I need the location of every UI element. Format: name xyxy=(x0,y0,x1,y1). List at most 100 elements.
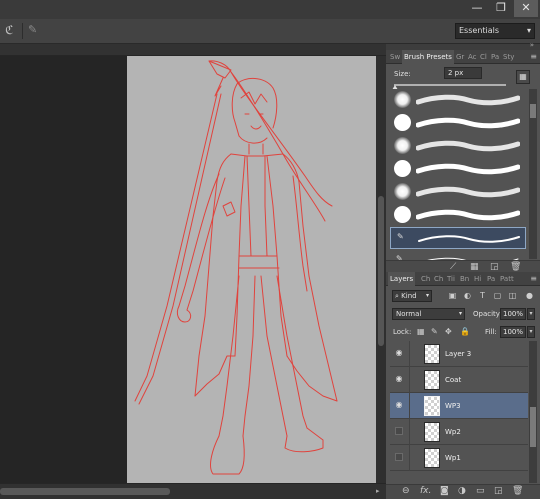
tab-styles[interactable]: Sty xyxy=(501,50,516,64)
layer-row[interactable]: Wp1 xyxy=(390,445,528,471)
layer-style-button[interactable]: fx. xyxy=(420,486,431,496)
canvas-horizontal-scrollbar[interactable]: ▸ xyxy=(0,483,386,499)
trash-icon[interactable]: 🗑 xyxy=(512,486,523,496)
smart-object-filter-icon[interactable]: ◫ xyxy=(507,290,518,301)
brush-tip-icon xyxy=(394,206,411,223)
layer-row[interactable]: ◉ WP3 xyxy=(390,393,528,419)
layer-name[interactable]: Wp2 xyxy=(445,428,461,436)
collapse-arrows-icon[interactable]: » xyxy=(530,41,534,49)
filter-toggle-icon[interactable]: ● xyxy=(524,290,535,301)
close-button[interactable]: ✕ xyxy=(514,0,538,17)
brush-list-scrollbar[interactable] xyxy=(529,89,537,259)
tab-history[interactable]: Hi xyxy=(472,272,483,286)
fill-dropdown[interactable]: ▾ xyxy=(527,326,535,338)
tab-paths[interactable]: Pa xyxy=(485,272,497,286)
minimize-button[interactable]: — xyxy=(466,0,488,17)
restore-button[interactable]: ❐ xyxy=(490,0,512,17)
type-filter-icon[interactable]: T xyxy=(477,290,488,301)
scroll-thumb[interactable] xyxy=(530,407,536,447)
brush-preset-item[interactable] xyxy=(390,204,526,226)
eye-icon[interactable]: ◉ xyxy=(394,348,404,358)
tab-channels[interactable]: Ch xyxy=(419,272,432,286)
eye-icon[interactable]: ◉ xyxy=(394,374,404,384)
lock-label: Lock: xyxy=(393,328,412,336)
new-brush-preset-button[interactable]: ▦ xyxy=(516,70,530,84)
layer-mask-icon[interactable]: ◙ xyxy=(440,486,449,496)
layer-name[interactable]: Coat xyxy=(445,376,461,384)
canvas-vertical-scrollbar[interactable] xyxy=(376,56,386,488)
canvas[interactable] xyxy=(127,56,376,483)
layer-filter-kind[interactable]: ⌕ Kind ▾ xyxy=(392,290,432,302)
scroll-thumb[interactable] xyxy=(0,488,170,495)
brush-preset-item[interactable] xyxy=(390,181,526,203)
scroll-thumb[interactable] xyxy=(378,196,384,346)
fill-input[interactable]: 100% xyxy=(500,326,526,338)
brush-tip-icon: ✎ xyxy=(397,232,404,241)
brush-stroke-preview xyxy=(416,94,520,106)
brush-tip-icon xyxy=(394,91,411,108)
title-bar: — ❐ ✕ xyxy=(0,0,540,19)
brush-stroke-preview xyxy=(416,140,520,152)
tab-brush-presets[interactable]: Brush Presets xyxy=(402,50,454,64)
tab-paragraph[interactable]: Pa xyxy=(489,50,501,64)
tab-character[interactable]: Ch xyxy=(432,272,445,286)
workspace-switcher[interactable]: Essentials ▾ xyxy=(455,23,535,39)
grid-view-icon[interactable]: ▦ xyxy=(470,262,479,272)
brush-preset-item[interactable] xyxy=(390,135,526,157)
opacity-input[interactable]: 100% xyxy=(500,308,526,320)
visibility-toggle[interactable] xyxy=(395,453,403,461)
shape-filter-icon[interactable]: ▢ xyxy=(492,290,503,301)
brush-preset-item[interactable]: ✎ xyxy=(390,227,526,249)
layer-row[interactable]: ◉ Layer 3 xyxy=(390,341,528,367)
panel-menu-icon[interactable]: ≡ xyxy=(530,272,537,286)
tab-actions[interactable]: Ac xyxy=(466,50,479,64)
group-folder-icon[interactable]: ▭ xyxy=(476,486,485,496)
adjustment-filter-icon[interactable]: ◐ xyxy=(462,290,473,301)
lock-transparency-icon[interactable]: ▦ xyxy=(417,327,425,336)
brush-size-input[interactable]: 2 px xyxy=(444,67,482,79)
tab-clone-source[interactable]: Cl xyxy=(478,50,489,64)
brush-size-slider[interactable] xyxy=(394,84,506,86)
tab-gradients[interactable]: Gr xyxy=(454,50,466,64)
link-layers-icon[interactable]: ⊖ xyxy=(402,486,410,496)
lock-image-icon[interactable]: ✎ xyxy=(431,327,438,336)
brush-size-label: Size: xyxy=(394,70,411,78)
opacity-dropdown[interactable]: ▾ xyxy=(527,308,535,320)
layers-scrollbar[interactable] xyxy=(529,341,537,483)
brush-preset-list: ✎ ✎ xyxy=(390,89,526,265)
layer-name[interactable]: Wp1 xyxy=(445,454,461,462)
lock-all-icon[interactable]: 🔒 xyxy=(460,327,470,336)
tab-brush[interactable]: Bn xyxy=(458,272,471,286)
brush-tip-icon xyxy=(394,183,411,200)
brush-preset-item[interactable] xyxy=(390,89,526,111)
blend-mode-value: Normal xyxy=(396,310,422,318)
airbrush-icon[interactable]: ✎ xyxy=(28,23,37,36)
tab-patterns[interactable]: Patt xyxy=(498,272,516,286)
new-layer-icon[interactable]: ◲ xyxy=(494,486,503,496)
brush-preset-item[interactable] xyxy=(390,158,526,180)
options-bar: ℭ ✎ Essentials ▾ xyxy=(0,19,540,44)
layer-name[interactable]: Layer 3 xyxy=(445,350,471,358)
stylus-pressure-icon[interactable]: ℭ xyxy=(5,23,13,37)
lock-position-icon[interactable]: ✥ xyxy=(445,327,452,336)
visibility-toggle[interactable] xyxy=(395,427,403,435)
layer-row[interactable]: ◉ Coat xyxy=(390,367,528,393)
trash-icon[interactable]: 🗑 xyxy=(510,262,521,272)
scroll-right-icon[interactable]: ▸ xyxy=(376,487,380,495)
layer-divider xyxy=(409,367,410,393)
layer-thumbnail xyxy=(424,448,440,468)
toggle-brush-panel-icon[interactable]: ⟋ xyxy=(450,262,456,272)
eye-icon[interactable]: ◉ xyxy=(394,400,404,410)
layer-row[interactable]: Wp2 xyxy=(390,419,528,445)
tab-layers[interactable]: Layers xyxy=(388,272,416,286)
brush-preset-item[interactable] xyxy=(390,112,526,134)
tab-swatches[interactable]: Sw xyxy=(388,50,402,64)
new-preset-icon[interactable]: ◲ xyxy=(490,262,499,272)
scroll-thumb[interactable] xyxy=(530,104,536,118)
panel-menu-icon[interactable]: ≡ xyxy=(530,50,537,64)
blend-mode-select[interactable]: Normal ▾ xyxy=(392,308,465,320)
layer-name[interactable]: WP3 xyxy=(445,402,461,410)
adjustment-layer-icon[interactable]: ◑ xyxy=(458,486,466,496)
pixel-filter-icon[interactable]: ▣ xyxy=(447,290,458,301)
tab-timeline[interactable]: Tii xyxy=(445,272,457,286)
